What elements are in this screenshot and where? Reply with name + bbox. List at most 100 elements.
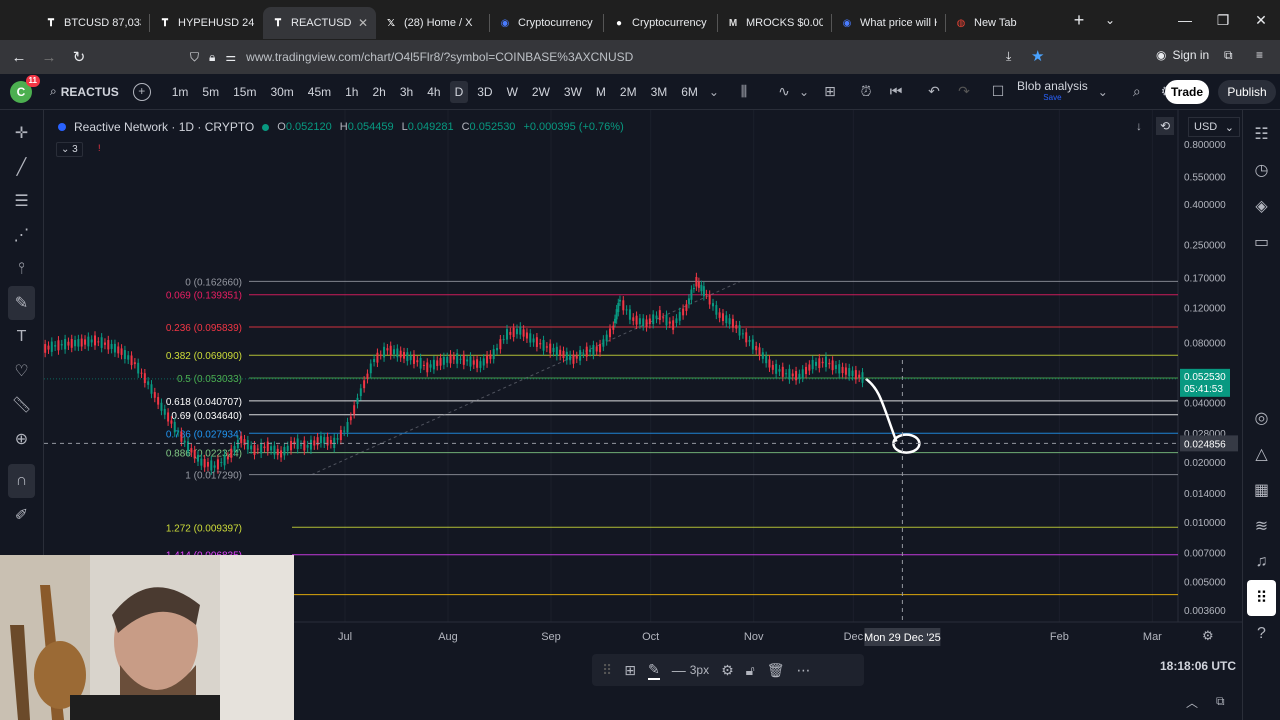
timeframe-4h[interactable]: 4h (422, 81, 445, 103)
lock-icon[interactable]: 🔓︎ (746, 662, 755, 679)
collapse-panel-icon[interactable]: ︿ (1186, 694, 1198, 711)
timeframe-6M[interactable]: 6M (676, 81, 703, 103)
bell-icon[interactable]: ♫ (1243, 544, 1280, 580)
timeframe-2h[interactable]: 2h (367, 81, 390, 103)
fib-retracement-icon[interactable]: ☰ (0, 184, 43, 218)
lock-drawings-icon[interactable]: ✐ (0, 498, 43, 532)
ideas-icon[interactable]: △ (1243, 436, 1280, 472)
crosshair-icon[interactable]: ✛ (0, 116, 43, 150)
legend-symbol-title[interactable]: Reactive Network · 1D · CRYPTO (74, 120, 254, 134)
line-width-icon[interactable]: — (672, 662, 686, 678)
extensions-icon[interactable]: ⧉ (1224, 48, 1233, 63)
settings-icon[interactable]: ⚙ (721, 662, 734, 679)
bookmark-star-icon[interactable]: ★ (1031, 47, 1044, 65)
redo-icon[interactable]: ↷ (949, 83, 979, 100)
alert-icon[interactable]: ⏰︎ (851, 83, 881, 100)
timeframe-M[interactable]: M (591, 81, 611, 103)
compare-symbol-icon[interactable]: + (132, 82, 151, 101)
warning-icon[interactable]: ! (98, 143, 101, 153)
maximize-panel-icon[interactable]: ⧉ (1216, 694, 1225, 709)
back-button[interactable]: ← (4, 49, 34, 66)
favorites-heart-icon[interactable]: ♡ (0, 354, 43, 388)
lock-icon[interactable]: 🔒︎ (209, 50, 215, 65)
minimize-button[interactable]: — (1166, 12, 1204, 28)
layout-square-icon[interactable]: ☐ (983, 83, 1013, 100)
timeframe-15m[interactable]: 15m (228, 81, 261, 103)
magnet-icon[interactable]: ∩ (8, 464, 35, 498)
target-icon[interactable]: ◎ (1243, 400, 1280, 436)
template-icon[interactable]: ⊞ (624, 662, 636, 679)
sign-in-button[interactable]: ◉ Sign in (1156, 48, 1209, 62)
pen-color-icon[interactable]: ✎ (648, 661, 660, 680)
symbol-search-button[interactable]: REACTUS (61, 85, 119, 99)
zoom-icon[interactable]: ⊕ (0, 422, 43, 456)
trade-button[interactable]: Trade (1165, 80, 1209, 104)
layout-dropdown-icon[interactable]: ⌄ (1098, 85, 1108, 99)
indicators-icon[interactable]: ∿ (769, 83, 799, 100)
auto-scale-icon[interactable]: ⟲ (1156, 117, 1174, 135)
browser-tab[interactable]: ◉ Cryptocurrency Pr (490, 7, 603, 39)
trend-line-icon[interactable]: ╱ (0, 150, 43, 184)
browser-tab[interactable]: 𝐓 BTCUSD 87,033.5( (36, 7, 149, 39)
line-width-value[interactable]: 3px (690, 663, 709, 677)
omnibox[interactable]: ⛉ 🔒︎ ⚌ www.tradingview.com/chart/O4l5Flr… (190, 44, 1060, 70)
watchlist-icon[interactable]: ☷ (1243, 116, 1280, 152)
forward-button[interactable]: → (34, 49, 64, 66)
indicators-collapse-toggle[interactable]: ⌄ 3 (56, 142, 83, 157)
brush-icon[interactable]: ✎ (8, 286, 35, 320)
layout-name-button[interactable]: Blob analysis Save (1017, 80, 1088, 103)
quick-search-icon[interactable]: ⌕ (1122, 83, 1152, 100)
timeframe-D[interactable]: D (449, 80, 469, 103)
scroll-down-icon[interactable]: ↓ (1136, 119, 1142, 133)
search-icon[interactable]: ⌕ (50, 84, 57, 99)
timeframe-W[interactable]: W (502, 81, 523, 103)
browser-tab[interactable]: 𝐓 REACTUSD 0.0 ✕ (263, 7, 376, 39)
timeframe-1m[interactable]: 1m (167, 81, 194, 103)
url-text[interactable]: www.tradingview.com/chart/O4l5Flr8/?symb… (246, 50, 633, 64)
text-tool-icon[interactable]: T (0, 320, 43, 354)
chat-icon[interactable]: ▭ (1243, 224, 1280, 260)
alerts-clock-icon[interactable]: ◷ (1243, 152, 1280, 188)
close-tab-icon[interactable]: ✕ (358, 16, 368, 30)
site-settings-icon[interactable]: ⚌ (225, 50, 236, 64)
publish-button[interactable]: Publish (1218, 80, 1276, 104)
timeframe-3M[interactable]: 3M (646, 81, 673, 103)
undo-icon[interactable]: ↶ (919, 83, 949, 100)
timeframe-2M[interactable]: 2M (615, 81, 642, 103)
browser-tab[interactable]: 𝐓 HYPEHUSD 24.20 (150, 7, 263, 39)
browser-tab[interactable]: M MROCKS $0.0015 (718, 7, 831, 39)
utc-clock[interactable]: 18:18:06 UTC (1160, 659, 1236, 673)
drag-handle-icon[interactable]: ⠿ (602, 662, 612, 679)
delete-icon[interactable]: 🗑︎ (767, 662, 785, 679)
chart-settings-gear-icon[interactable]: ⚙ (1202, 628, 1214, 644)
browser-tab[interactable]: ◉ What price will Hy (832, 7, 945, 39)
install-app-icon[interactable]: ⤓ (1006, 49, 1011, 64)
candle-type-icon[interactable]: ⫼ (729, 83, 759, 100)
replay-icon[interactable]: ⏮ (881, 83, 911, 100)
browser-tab[interactable]: 𝕏 (28) Home / X (376, 7, 489, 39)
timeframe-3D[interactable]: 3D (472, 81, 497, 103)
indicators-dropdown-icon[interactable]: ⌄ (799, 85, 809, 99)
tab-list-chevron-icon[interactable]: ⌄ (1105, 13, 1115, 27)
avatar[interactable]: C 11 (10, 74, 40, 103)
timeframe-2W[interactable]: 2W (527, 81, 555, 103)
browser-menu-icon[interactable]: ≡ (1256, 48, 1263, 62)
currency-select[interactable]: USD ⌄ (1188, 117, 1240, 137)
layout-grid-icon[interactable]: ⊞ (815, 83, 845, 100)
help-icon[interactable]: ? (1243, 616, 1280, 652)
ruler-icon[interactable]: 📏︎ (0, 388, 43, 422)
timeframe-3W[interactable]: 3W (559, 81, 587, 103)
browser-tab[interactable]: ● Cryptocurrency Li (604, 7, 717, 39)
pattern-icon[interactable]: ⋰ (0, 218, 43, 252)
timeframe-3h[interactable]: 3h (395, 81, 418, 103)
signal-icon[interactable]: ≋ (1243, 508, 1280, 544)
apps-grid-icon[interactable]: ⠿ (1247, 580, 1276, 616)
timeframe-45m[interactable]: 45m (303, 81, 336, 103)
restore-button[interactable]: ❐ (1204, 12, 1242, 29)
reload-button[interactable]: ↻ (64, 48, 94, 66)
browser-tab[interactable]: ◍ New Tab (946, 7, 1059, 39)
timeframe-1h[interactable]: 1h (340, 81, 363, 103)
timeframe-dropdown-icon[interactable]: ⌄ (709, 85, 719, 99)
more-icon[interactable]: ⋯ (797, 662, 811, 679)
new-tab-button[interactable]: + (1065, 10, 1093, 31)
